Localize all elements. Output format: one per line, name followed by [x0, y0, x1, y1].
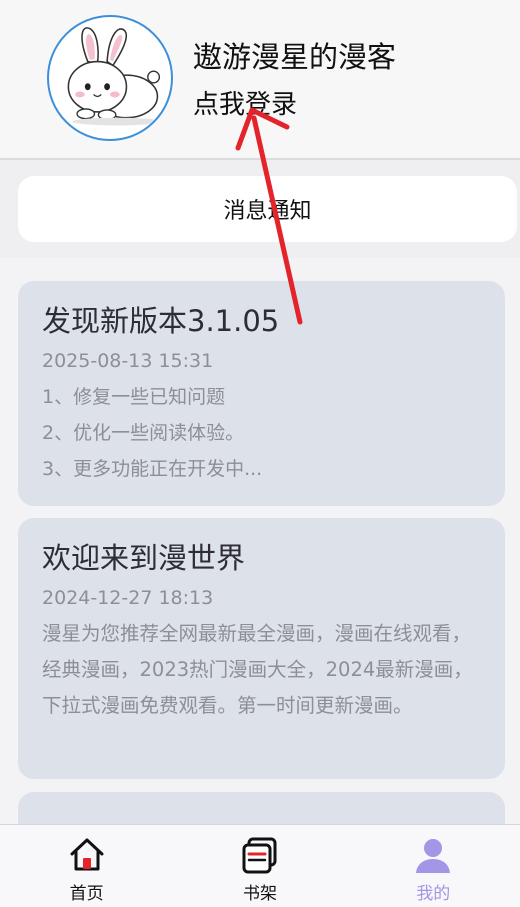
message-card-partial[interactable]	[18, 792, 505, 824]
profile-header: 遨游漫星的漫客 点我登录	[0, 0, 520, 160]
message-list[interactable]: 发现新版本3.1.05 2025-08-13 15:31 1、修复一些已知问题 …	[0, 258, 520, 824]
nav-label-home: 首页	[69, 884, 104, 904]
message-line: 1、修复一些已知问题	[42, 386, 226, 408]
user-icon	[416, 839, 451, 873]
message-card[interactable]: 发现新版本3.1.05 2025-08-13 15:31 1、修复一些已知问题 …	[18, 281, 505, 506]
home-icon	[70, 838, 104, 871]
nav-item-bookshelf[interactable]: 书架	[173, 825, 346, 907]
username: 遨游漫星的漫客	[193, 40, 397, 74]
rabbit-avatar-icon	[67, 27, 162, 126]
login-link[interactable]: 点我登录	[193, 84, 297, 121]
message-notification-button[interactable]: 消息通知	[18, 176, 517, 242]
message-line: 3、更多功能正在开发中...	[42, 458, 263, 480]
message-date: 2025-08-13 15:31	[42, 350, 214, 372]
message-title: 欢迎来到漫世界	[42, 541, 246, 575]
bookshelf-icon	[242, 837, 277, 874]
message-body: 漫星为您推荐全网最新最全漫画，漫画在线观看，经典漫画，2023热门漫画大全，20…	[42, 622, 473, 717]
message-date: 2024-12-27 18:13	[42, 587, 214, 609]
nav-label-mine: 我的	[416, 884, 451, 904]
avatar[interactable]	[47, 15, 173, 141]
nav-item-home[interactable]: 首页	[0, 825, 173, 907]
message-card[interactable]: 欢迎来到漫世界 2024-12-27 18:13 漫星为您推荐全网最新最全漫画，…	[18, 518, 505, 779]
app-root: 遨游漫星的漫客 点我登录 消息通知 发现新版本3.1.05 2025-08-13…	[0, 0, 520, 907]
bottom-nav: 首页 书架 我的	[0, 824, 520, 907]
nav-label-bookshelf: 书架	[242, 884, 277, 904]
message-line: 2、优化一些阅读体验。	[42, 422, 245, 444]
nav-item-mine[interactable]: 我的	[347, 825, 520, 907]
message-title: 发现新版本3.1.05	[42, 304, 280, 338]
